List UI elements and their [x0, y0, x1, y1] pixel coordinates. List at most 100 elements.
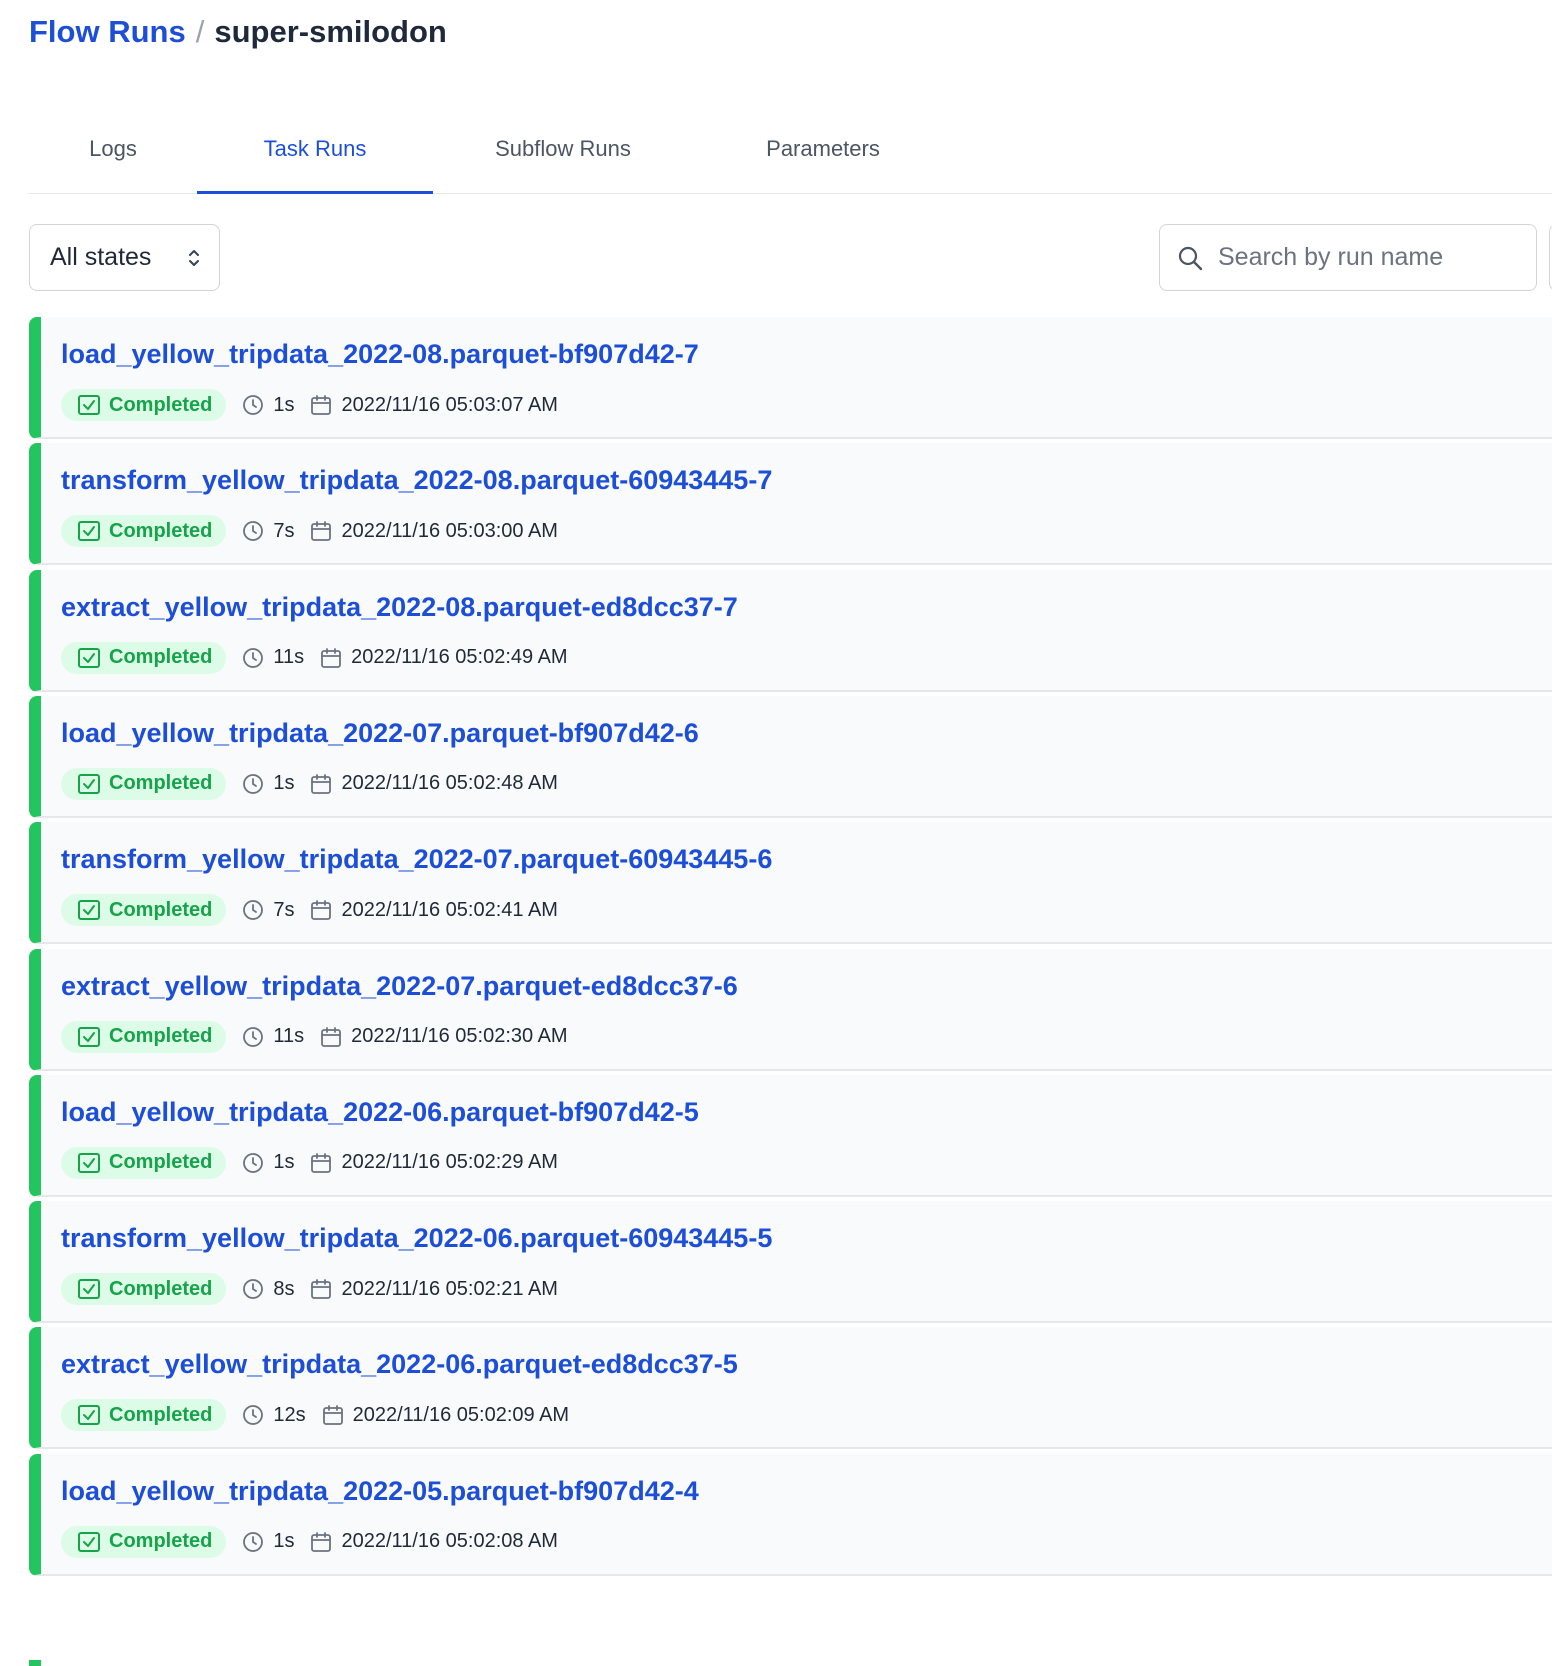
task-run-name-link[interactable]: transform_yellow_tripdata_2022-08.parque…: [61, 465, 772, 496]
check-square-icon: [78, 1405, 100, 1426]
task-run-card: extract_yellow_tripdata_2022-06.parquet-…: [29, 1327, 1552, 1450]
tab-logs[interactable]: Logs: [29, 112, 197, 194]
search-box: [1159, 224, 1537, 291]
clock-icon: [243, 1279, 264, 1299]
duration-text: 1s: [273, 1151, 295, 1174]
task-run-card: transform_yellow_tripdata_2022-08.parque…: [29, 443, 1552, 566]
task-run-card: extract_yellow_tripdata_2022-08.parquet-…: [29, 569, 1552, 692]
calendar-icon: [311, 773, 332, 794]
task-run-name-link[interactable]: load_yellow_tripdata_2022-06.parquet-bf9…: [61, 1097, 699, 1128]
check-square-icon: [78, 773, 100, 794]
duration-text: 1s: [273, 393, 295, 416]
start-time-text: 2022/11/16 05:02:09 AM: [352, 1403, 570, 1426]
start-time-text: 2022/11/16 05:02:29 AM: [341, 1151, 558, 1174]
clock-icon: [243, 1405, 264, 1426]
clock-icon: [243, 773, 264, 794]
tab-bar: Logs Task Runs Subflow Runs Parameters: [29, 112, 1552, 194]
task-run-meta: Completed 12s 2022/11/16 05:02:09 AM: [61, 1399, 570, 1432]
task-run-name-link[interactable]: extract_yellow_tripdata_2022-08.parquet-…: [61, 592, 738, 623]
clock-icon: [243, 647, 264, 668]
calendar-icon: [311, 1152, 332, 1173]
task-run-name-link[interactable]: transform_yellow_tripdata_2022-07.parque…: [61, 844, 772, 875]
task-run-meta: Completed 11s 2022/11/16 05:02:30 AM: [61, 1020, 568, 1053]
task-run-name-link[interactable]: extract_yellow_tripdata_2022-07.parquet-…: [61, 971, 738, 1002]
duration-text: 1s: [273, 772, 295, 795]
clock-icon: [243, 521, 264, 542]
duration-text: 12s: [273, 1403, 306, 1426]
task-run-meta: Completed 1s 2022/11/16 05:02:08 AM: [61, 1525, 558, 1558]
search-icon: [1178, 246, 1203, 270]
tab-parameters[interactable]: Parameters: [693, 112, 953, 194]
task-run-card: load_yellow_tripdata_2022-08.parquet-bf9…: [29, 317, 1552, 439]
breadcrumb-flow-runs-link[interactable]: Flow Runs: [29, 14, 186, 50]
task-run-name-link[interactable]: load_yellow_tripdata_2022-07.parquet-bf9…: [61, 718, 699, 749]
duration-text: 1s: [273, 1530, 295, 1553]
task-run-meta: Completed 1s 2022/11/16 05:03:07 AM: [61, 389, 558, 421]
task-run-name-link[interactable]: transform_yellow_tripdata_2022-06.parque…: [61, 1223, 772, 1254]
check-square-icon: [78, 1531, 100, 1552]
check-square-icon: [78, 395, 100, 415]
state-badge: Completed: [61, 1020, 227, 1053]
state-badge: Completed: [61, 1146, 227, 1179]
task-run-meta: Completed 7s 2022/11/16 05:02:41 AM: [61, 894, 558, 927]
calendar-icon: [321, 647, 342, 668]
state-badge: Completed: [61, 1273, 227, 1306]
start-time-text: 2022/11/16 05:02:48 AM: [341, 772, 558, 795]
task-run-name-link[interactable]: load_yellow_tripdata_2022-05.parquet-bf9…: [61, 1476, 699, 1507]
check-square-icon: [78, 1279, 100, 1300]
task-run-name-link[interactable]: load_yellow_tripdata_2022-08.parquet-bf9…: [61, 339, 699, 370]
calendar-icon: [311, 521, 332, 542]
state-filter-select[interactable]: All states: [29, 224, 220, 291]
state-badge: Completed: [61, 389, 227, 421]
task-run-meta: Completed 1s 2022/11/16 05:02:48 AM: [61, 767, 558, 800]
state-badge: Completed: [61, 1399, 227, 1432]
start-time-text: 2022/11/16 05:03:00 AM: [341, 519, 558, 542]
task-run-card: extract_yellow_tripdata_2022-07.parquet-…: [29, 948, 1552, 1071]
start-time-text: 2022/11/16 05:02:30 AM: [351, 1025, 568, 1047]
search-input[interactable]: [1218, 243, 1518, 272]
start-time-text: 2022/11/16 05:03:07 AM: [341, 393, 558, 416]
tab-subflow-runs[interactable]: Subflow Runs: [433, 112, 693, 194]
check-square-icon: [78, 900, 100, 921]
state-label: Completed: [109, 646, 213, 669]
duration-text: 7s: [273, 519, 295, 542]
next-run-card-edge: [29, 1660, 41, 1666]
task-run-card: transform_yellow_tripdata_2022-07.parque…: [29, 822, 1552, 945]
calendar-icon: [321, 1026, 342, 1047]
task-run-meta: Completed 1s 2022/11/16 05:02:29 AM: [61, 1146, 558, 1179]
breadcrumb: Flow Runs / super-smilodon: [29, 14, 447, 50]
task-run-meta: Completed 8s 2022/11/16 05:02:21 AM: [61, 1273, 558, 1306]
task-run-card: load_yellow_tripdata_2022-05.parquet-bf9…: [29, 1453, 1552, 1576]
clock-icon: [243, 1026, 264, 1047]
clock-icon: [243, 900, 264, 921]
breadcrumb-separator: /: [195, 14, 205, 49]
state-badge: Completed: [61, 1525, 227, 1558]
start-time-text: 2022/11/16 05:02:21 AM: [341, 1277, 558, 1300]
task-run-card: load_yellow_tripdata_2022-06.parquet-bf9…: [29, 1074, 1552, 1197]
duration-text: 7s: [273, 898, 295, 921]
state-label: Completed: [109, 1530, 213, 1553]
start-time-text: 2022/11/16 05:02:08 AM: [341, 1530, 558, 1553]
state-label: Completed: [109, 393, 213, 416]
duration-text: 11s: [273, 646, 305, 669]
state-badge: Completed: [61, 641, 227, 674]
state-label: Completed: [109, 772, 213, 795]
state-filter-value: All states: [50, 243, 152, 271]
start-time-text: 2022/11/16 05:02:41 AM: [341, 898, 558, 921]
task-run-card: transform_yellow_tripdata_2022-06.parque…: [29, 1201, 1552, 1324]
check-square-icon: [78, 647, 100, 668]
check-square-icon: [78, 521, 100, 542]
calendar-icon: [311, 395, 332, 415]
task-run-card: load_yellow_tripdata_2022-07.parquet-bf9…: [29, 695, 1552, 818]
state-label: Completed: [109, 1277, 213, 1300]
calendar-icon: [322, 1405, 343, 1426]
clock-icon: [243, 1152, 264, 1173]
state-badge: Completed: [61, 767, 227, 800]
state-badge: Completed: [61, 894, 227, 927]
task-run-name-link[interactable]: extract_yellow_tripdata_2022-06.parquet-…: [61, 1349, 738, 1380]
state-label: Completed: [109, 1025, 213, 1047]
state-badge: Completed: [61, 515, 227, 548]
check-square-icon: [78, 1026, 100, 1047]
state-label: Completed: [109, 1151, 213, 1174]
tab-task-runs[interactable]: Task Runs: [197, 112, 433, 194]
